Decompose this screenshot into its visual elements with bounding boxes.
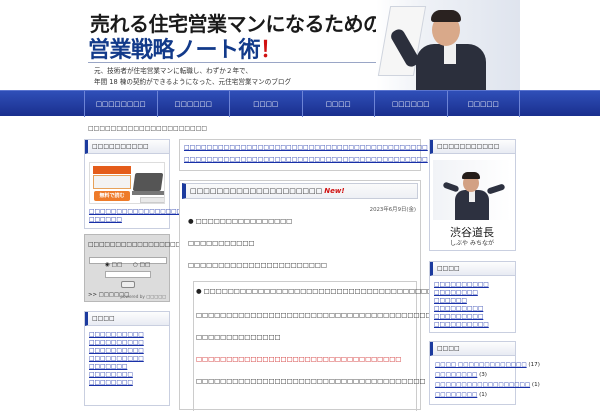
new-badge: New! [324,187,345,195]
quote-red-text: □□□□□□□□□□□□□□□□□□□□□□□□□□□□□□□□□□ [196,355,402,363]
right-menu-link-2[interactable]: □□□□□□□□ [430,289,515,297]
mail-signup-box: □□□□□□□□□□□□□□□□□□□□□□□□□□□□□□□□ ◉ □□ ○ … [84,234,264,302]
blog-post: □□□□□□□□□□□□□□□□□□□□ New! 2023年6月9日(金) ● … [179,180,504,411]
category-list: □□□□ □□□□□□□□□□□□□ (17) □□□□□□□□ (3) □□□… [430,356,540,400]
ebook-link-1[interactable]: □□□□□□□□□□□□□□□□□□□□ [85,208,199,216]
left-widget-ebook: □□□□□□□□□□ 無料で読む □□□□□□□□□□□□□□□□□□□□ □□… [84,139,199,229]
post-quote-box [193,281,417,411]
nav-items: □□□□□□□□ □□□□□□ □□□□ □□□□ □□□□□□ □□□□□ [84,91,520,117]
laptop-base-icon [132,191,164,195]
category-link[interactable]: □□□□ □□□□□□□□□□□□□ [435,362,527,368]
radio-option-2[interactable]: ○ □□ [133,262,150,268]
laptop-icon [132,173,164,191]
left-menu-link-7[interactable]: □□□□□□□□ [85,379,169,387]
banner-button-label: 無料で読む [99,193,125,199]
photo-shirt [444,44,456,64]
signup-title: □□□□□□□□□□□□□□□□□□□□□□□□□□□□□□□□ [88,242,264,248]
banner-textbox [93,175,131,189]
banner-strip [93,166,131,174]
left-widget-ebook-title: □□□□□□□□□□ [85,140,169,154]
post-title[interactable]: □□□□□□□□□□□□□□□□□□□□ New! [182,183,418,199]
profile-arm-2 [486,183,506,195]
nav-item-5[interactable]: □□□□□□ [374,91,447,117]
site-header: 売れる住宅営業マンになるための 営業戦略ノート術！ 元、技術者が住宅営業マンに転… [80,0,520,90]
category-item[interactable]: □□□□□□□□ (3) [430,370,515,380]
category-count: (17) [528,362,540,368]
right-menu-link-1[interactable]: □□□□□□□□□□ [430,281,515,289]
left-menu-list: □□□□□□□□□□ □□□□□□□□□□ □□□□□□□□□□ □□□□□□□… [85,326,169,387]
nav-item-1[interactable]: □□□□□□□□ [84,91,157,117]
left-menu-link-3[interactable]: □□□□□□□□□□ [85,347,169,355]
post-paragraph-2: □□□□□□□□□□□□□□□□□□□□□□□ [188,261,327,269]
site-title-exclamation: ！ [260,37,282,63]
category-link[interactable]: □□□□□□□□□□□□□□□□□□ [435,382,530,388]
tagline-line2: 年間 18 棟の契約ができるようになった、元住宅営業マンのブログ [94,78,292,86]
profile-photo [433,160,511,220]
site-tagline: 元、技術者が住宅営業マンに転職し、わずか２年で、 年間 18 棟の契約ができるよ… [94,66,291,88]
profile-arm [442,181,460,193]
right-menu-title: □□□□ [430,262,515,276]
signup-name-field[interactable] [105,271,151,278]
category-item[interactable]: □□□□□□□□ (1) [430,390,515,400]
category-item[interactable]: □□□□□□□□□□□□□□□□□□ (1) [430,380,540,390]
profile-kana: しぶや みちなが [450,240,494,247]
category-item[interactable]: □□□□ □□□□□□□□□□□□□ (17) [430,360,540,370]
left-widget-menu-title: □□□□ [85,312,169,326]
nav-item-2[interactable]: □□□□□□ [156,91,230,117]
left-menu-link-1[interactable]: □□□□□□□□□□ [85,331,169,339]
category-link[interactable]: □□□□□□□□ [435,372,477,378]
featured-link-1[interactable]: □□□□□□□□□□□□□□□□□□□□□□□□□□□□□□□□□□□□□□□□… [180,142,428,154]
tagline-line1: 元、技術者が住宅営業マンに転職し、わずか２年で、 [94,67,252,75]
ebook-link-2[interactable]: □□□□□□ [85,216,169,224]
left-menu-link-4[interactable]: □□□□□□□□□□ [85,355,169,363]
quote-paragraph-3: □□□□□□□□□□□□□□□□□□□□□□□□□□□□□□□□□□□□□□ [196,377,426,385]
signup-email-field[interactable] [89,257,167,264]
quote-paragraph-2: □□□□□□□□□□□□□□ [196,333,281,341]
header-photo [376,0,520,90]
site-title-line2[interactable]: 営業戦略ノート術！ [88,32,282,64]
nav-item-4[interactable]: □□□□ [301,91,375,117]
global-nav: □□□□□□□□ □□□□□□ □□□□ □□□□ □□□□□□ □□□□□ [0,90,600,117]
categories-title: □□□□ [430,342,515,356]
right-menu-link-3[interactable]: □□□□□□ [430,297,515,305]
quote-bullet: ● □□□□□□□□□□□□□□□□□□□□□□□□□□□□□□□□□□□□□□… [196,287,452,295]
category-link[interactable]: □□□□□□□□ [435,392,477,398]
featured-links-box: □□□□□□□□□□□□□□□□□□□□□□□□□□□□□□□□□□□□□□□□… [179,139,428,171]
left-menu-link-2[interactable]: □□□□□□□□□□ [85,339,169,347]
post-bullet-line: ● □□□□□□□□□□□□□□□□ [188,217,293,225]
radio-option-1[interactable]: ◉ □□ [105,262,122,268]
ebook-banner[interactable]: 無料で読む [89,162,165,204]
right-menu-link-4[interactable]: □□□□□□□□□ [430,305,515,313]
post-paragraph-1: □□□□□□□□□□□ [188,239,255,247]
right-menu-list: □□□□□□□□□□ □□□□□□□□ □□□□□□ □□□□□□□□□ □□□… [430,276,515,329]
right-widget-menu: □□□□ □□□□□□□□□□ □□□□□□□□ □□□□□□ □□□□□□□□… [429,261,516,333]
banner-button: 無料で読む [94,191,130,201]
right-widget-categories: □□□□ □□□□ □□□□□□□□□□□□□ (17) □□□□□□□□ (3… [429,341,540,405]
post-title-text: □□□□□□□□□□□□□□□□□□□□ [190,187,323,195]
profile-hair [462,172,480,179]
post-date: 2023年6月9日(金) [369,207,416,213]
header-rule [88,62,378,63]
left-menu-link-5[interactable]: □□□□□□□ [85,363,169,371]
banner-tag [140,197,164,203]
powered-by: powered by □□□□□ [120,294,166,299]
breadcrumb: □□□□□□□□□□□□□□□□□□□□□ [88,125,208,132]
featured-link-2[interactable]: □□□□□□□□□□□□□□□□□□□□□□□□□□□□□□□□□□□□□□□□… [180,154,428,166]
nav-item-3[interactable]: □□□□ [229,91,302,117]
right-menu-link-6[interactable]: □□□□□□□□□□ [430,321,515,329]
category-count: (1) [531,382,540,388]
right-menu-link-5[interactable]: □□□□□□□□□ [430,313,515,321]
signup-submit-button[interactable] [121,281,135,288]
category-count: (1) [479,392,487,398]
photo-hair [431,10,461,22]
nav-item-6[interactable]: □□□□□ [446,91,520,117]
left-menu-link-6[interactable]: □□□□□□□□ [85,371,169,379]
site-title-text: 営業戦略ノート術 [88,37,261,63]
radio-option-2-label: □□ [139,262,151,268]
category-count: (3) [479,372,487,378]
profile-widget-title: □□□□□□□□□□□ [430,140,515,154]
left-widget-menu: □□□□ □□□□□□□□□□ □□□□□□□□□□ □□□□□□□□□□ □□… [84,311,170,406]
radio-option-1-label: □□ [111,262,123,268]
